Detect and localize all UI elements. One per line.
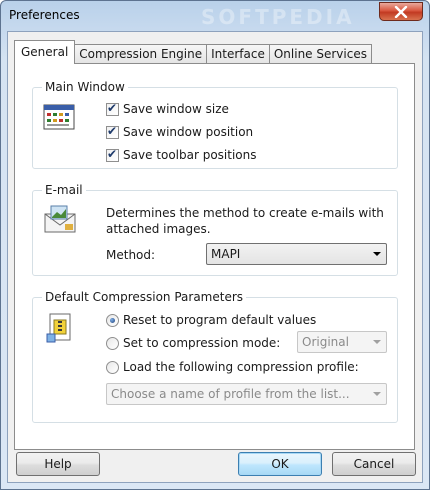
load-profile-radio[interactable] bbox=[106, 360, 119, 374]
compression-archive-icon bbox=[46, 313, 71, 343]
method-select-value: MAPI bbox=[211, 247, 241, 261]
compression-mode-select[interactable]: Original bbox=[297, 331, 387, 353]
email-group-title: E-mail bbox=[42, 183, 86, 197]
envelope-icon bbox=[44, 205, 76, 233]
email-group: E-mail Determines the method to create e… bbox=[32, 183, 398, 276]
dialog-client-area: General Compression Engine Interface Onl… bbox=[7, 31, 423, 483]
method-label: Method: bbox=[106, 248, 156, 262]
compression-group-title: Default Compression Parameters bbox=[42, 290, 247, 304]
method-select[interactable]: MAPI bbox=[206, 243, 387, 265]
save-window-size-checkbox[interactable]: ✔ bbox=[106, 101, 119, 116]
compression-mode-option[interactable]: Set to compression mode: bbox=[106, 335, 280, 351]
tab-online-services[interactable]: Online Services bbox=[268, 44, 372, 64]
compression-mode-value: Original bbox=[302, 335, 349, 349]
cancel-button[interactable]: Cancel bbox=[332, 452, 416, 476]
save-window-position-label: Save window position bbox=[123, 125, 254, 139]
save-window-size-label: Save window size bbox=[123, 102, 229, 116]
save-window-position-option[interactable]: ✔ Save window position bbox=[106, 124, 253, 140]
main-window-group-title: Main Window bbox=[42, 80, 128, 94]
save-toolbar-positions-option[interactable]: ✔ Save toolbar positions bbox=[106, 147, 257, 163]
load-profile-option[interactable]: Load the following compression profile: bbox=[106, 359, 359, 375]
close-icon bbox=[394, 5, 408, 18]
compression-mode-radio[interactable] bbox=[106, 336, 119, 350]
save-toolbar-positions-checkbox[interactable]: ✔ bbox=[106, 147, 119, 162]
save-toolbar-positions-label: Save toolbar positions bbox=[123, 148, 257, 162]
preferences-window: Preferences SOFTPEDIA General Compressio… bbox=[0, 0, 430, 490]
general-tab-panel: Main Window ✔ Save window size ✔ Save wi… bbox=[14, 63, 415, 450]
email-description: Determines the method to create e-mails … bbox=[106, 206, 384, 236]
tab-compression-engine[interactable]: Compression Engine bbox=[74, 44, 208, 64]
reset-default-label: Reset to program default values bbox=[123, 313, 317, 327]
load-profile-label: Load the following compression profile: bbox=[123, 360, 359, 374]
reset-default-radio[interactable] bbox=[106, 313, 119, 327]
main-window-group: Main Window ✔ Save window size ✔ Save wi… bbox=[32, 80, 398, 169]
ok-button[interactable]: OK bbox=[238, 452, 322, 476]
window-layout-icon bbox=[43, 104, 75, 130]
save-window-size-option[interactable]: ✔ Save window size bbox=[106, 101, 229, 117]
tab-general[interactable]: General bbox=[14, 40, 76, 64]
chevron-down-icon bbox=[373, 252, 381, 256]
tab-strip: General Compression Engine Interface Onl… bbox=[14, 40, 372, 64]
help-button[interactable]: Help bbox=[16, 452, 100, 476]
close-button[interactable] bbox=[379, 2, 423, 21]
tab-interface[interactable]: Interface bbox=[206, 44, 270, 64]
chevron-down-icon bbox=[373, 392, 381, 396]
reset-default-option[interactable]: Reset to program default values bbox=[106, 312, 316, 328]
profile-select[interactable]: Choose a name of profile from the list..… bbox=[106, 383, 387, 405]
window-title: Preferences bbox=[9, 8, 80, 22]
title-bar[interactable]: Preferences SOFTPEDIA bbox=[1, 1, 429, 31]
save-window-position-checkbox[interactable]: ✔ bbox=[106, 124, 119, 139]
chevron-down-icon bbox=[373, 340, 381, 344]
compression-group: Default Compression Parameters Reset to … bbox=[32, 290, 398, 423]
watermark-logo: SOFTPEDIA bbox=[201, 5, 355, 29]
compression-mode-label: Set to compression mode: bbox=[123, 336, 281, 350]
profile-select-placeholder: Choose a name of profile from the list..… bbox=[111, 387, 350, 401]
